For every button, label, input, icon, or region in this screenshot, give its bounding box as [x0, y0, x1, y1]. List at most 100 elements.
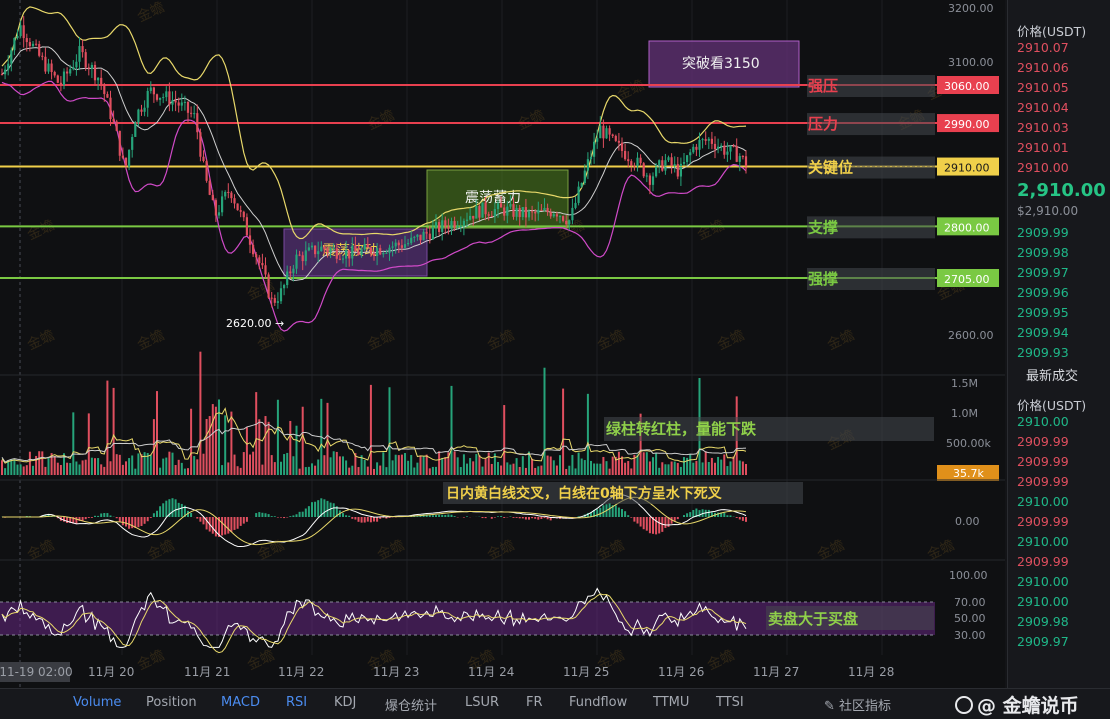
volume-bar: [162, 458, 165, 475]
candle-body: [562, 216, 565, 221]
candle-body: [118, 130, 121, 156]
volume-bar: [394, 454, 397, 475]
volume-bar: [125, 461, 127, 475]
volume-bar: [472, 461, 475, 475]
ask-row[interactable]: 2910.06: [1008, 58, 1110, 78]
candle-body: [441, 220, 444, 232]
date-tick: 11月 23: [373, 665, 419, 679]
watermark-text: 金蟾: [485, 327, 517, 353]
candle-body: [81, 46, 84, 53]
volume-bar: [738, 460, 741, 475]
candle-body: [617, 140, 620, 143]
candle-body: [565, 220, 568, 225]
bid-row[interactable]: 2909.96: [1008, 283, 1110, 303]
trade-row: 2909.99: [1017, 514, 1069, 529]
chart-area[interactable]: 金蟾 金蟾 金蟾 金蟾 金蟾 金蟾 金蟾 金蟾 金蟾 金蟾 金蟾 金蟾 金蟾 金蟾 金蟾 金蟾 金蟾 金蟾 金蟾 金蟾…: [0, 0, 1005, 688]
candle-body: [496, 203, 500, 210]
macd-histogram-bar: [323, 499, 326, 517]
candle-body: [648, 175, 651, 185]
candle-body: [159, 97, 162, 100]
candle-body: [35, 43, 38, 45]
candle-body: [503, 207, 506, 216]
candle-body: [115, 121, 118, 131]
watermark-text: 金蟾: [825, 327, 857, 353]
macd-histogram-bar: [369, 517, 372, 523]
ask-row[interactable]: 2910.04: [1008, 98, 1110, 118]
volume-bar: [90, 457, 93, 475]
ask-row[interactable]: 2910.07: [1008, 38, 1110, 58]
volume-bar: [382, 452, 385, 475]
macd-histogram-bar: [332, 503, 335, 517]
bid-row[interactable]: 2909.94: [1008, 323, 1110, 343]
tab-fundflow[interactable]: Fundflow: [569, 695, 627, 710]
bid-row[interactable]: 2909.93: [1008, 343, 1110, 363]
breakout-label: 突破看3150: [682, 56, 760, 72]
macd-histogram-bar: [227, 517, 230, 534]
candle-body: [10, 50, 13, 64]
macd-histogram-bar: [258, 512, 261, 517]
volume-bar: [22, 466, 25, 475]
macd-histogram-bar: [152, 513, 155, 517]
tab-kdj[interactable]: KDJ: [334, 695, 356, 710]
bid-row[interactable]: 2909.97: [1008, 263, 1110, 283]
tab-rsi[interactable]: RSI: [286, 695, 307, 710]
macd-histogram-bar: [658, 517, 661, 534]
candle-body: [428, 233, 431, 240]
trade-row: 2910.00: [1017, 534, 1069, 549]
ask-row[interactable]: 2910.01: [1008, 138, 1110, 158]
volume-bar: [726, 466, 729, 475]
macd-histogram-bar: [726, 515, 729, 517]
volume-bar: [400, 454, 403, 475]
candle-body: [366, 244, 369, 248]
volume-bar: [44, 466, 47, 475]
orderbook-header: 价格(USDT): [1017, 24, 1087, 39]
candle-body: [407, 243, 410, 245]
watermark-text: 金蟾: [25, 217, 57, 243]
tab-volume[interactable]: Volume: [73, 695, 121, 710]
macd-histogram-bar: [490, 517, 493, 519]
volume-bar: [249, 454, 251, 475]
bid-row[interactable]: 2909.98: [1008, 243, 1110, 263]
candle-body: [552, 214, 555, 217]
ask-row[interactable]: 2910.05: [1008, 78, 1110, 98]
candlestick-chart[interactable]: 金蟾金蟾金蟾 金蟾金蟾金蟾 金蟾金蟾 金蟾金蟾 金蟾 金蟾 金蟾 金蟾 金蟾 金蟾 金蟾金蟾 金蟾 金蟾…: [0, 0, 1005, 688]
volume-bar: [373, 468, 375, 475]
tab-爆仓统计[interactable]: 爆仓统计: [385, 695, 437, 714]
tab-lsur[interactable]: LSUR: [465, 695, 499, 710]
macd-histogram-bar: [304, 508, 307, 517]
volume-bar: [56, 462, 59, 475]
candle-body: [25, 38, 28, 43]
volume-bar: [156, 391, 158, 475]
candle-body: [317, 251, 320, 255]
macd-histogram-bar: [283, 517, 286, 519]
candle-body: [620, 142, 624, 151]
candle-body: [199, 132, 202, 157]
volume-bar: [667, 464, 670, 475]
tab-ttsi[interactable]: TTSI: [716, 695, 744, 710]
tab-macd[interactable]: MACD: [221, 695, 260, 710]
bid-row[interactable]: 2909.99: [1008, 223, 1110, 243]
volume-bar: [32, 465, 34, 475]
date-tick: 11月 24: [468, 665, 514, 679]
macd-histogram-bar: [326, 500, 329, 517]
macd-histogram-bar: [528, 517, 530, 520]
volume-bar: [602, 456, 605, 475]
volume-bar: [16, 464, 19, 475]
volume-bar: [574, 468, 577, 475]
tab-fr[interactable]: FR: [526, 695, 543, 710]
volume-bar: [642, 452, 645, 475]
candle-body: [165, 91, 168, 98]
ask-row[interactable]: 2910.03: [1008, 118, 1110, 138]
bid-row[interactable]: 2909.95: [1008, 303, 1110, 323]
candle-body: [217, 212, 221, 216]
volume-bar: [69, 463, 72, 475]
tab-position[interactable]: Position: [146, 695, 197, 710]
candle-body: [152, 87, 155, 95]
tab-ttmu[interactable]: TTMU: [653, 695, 689, 710]
candle-body: [221, 196, 224, 213]
macd-histogram-bar: [280, 517, 282, 518]
community-indicators-button[interactable]: ✎ 社区指标: [824, 695, 891, 714]
ask-row[interactable]: 2910.00: [1008, 158, 1110, 178]
macd-histogram-bar: [723, 512, 726, 517]
date-tick: 11月 22: [278, 665, 324, 679]
